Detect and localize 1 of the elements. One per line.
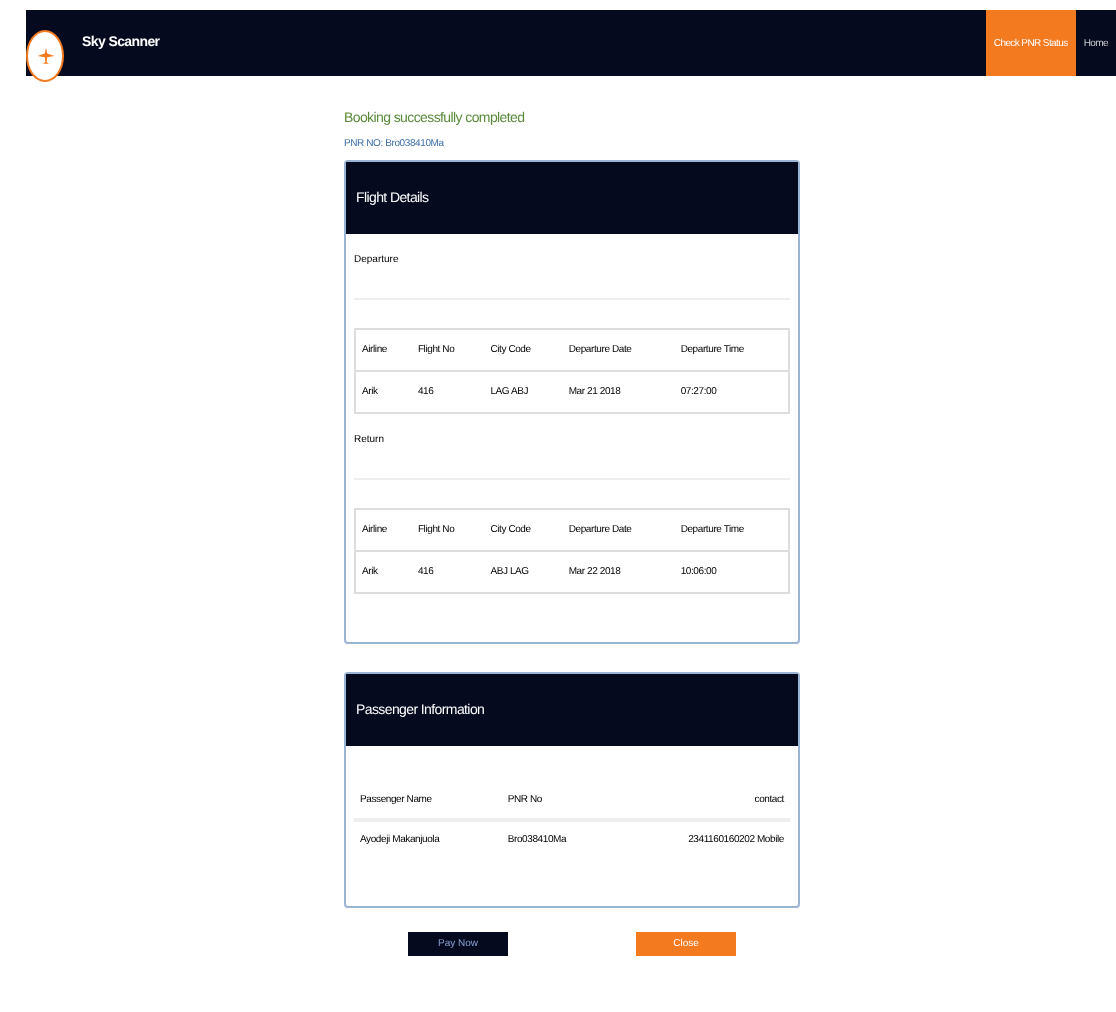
airplane-icon	[33, 44, 57, 68]
